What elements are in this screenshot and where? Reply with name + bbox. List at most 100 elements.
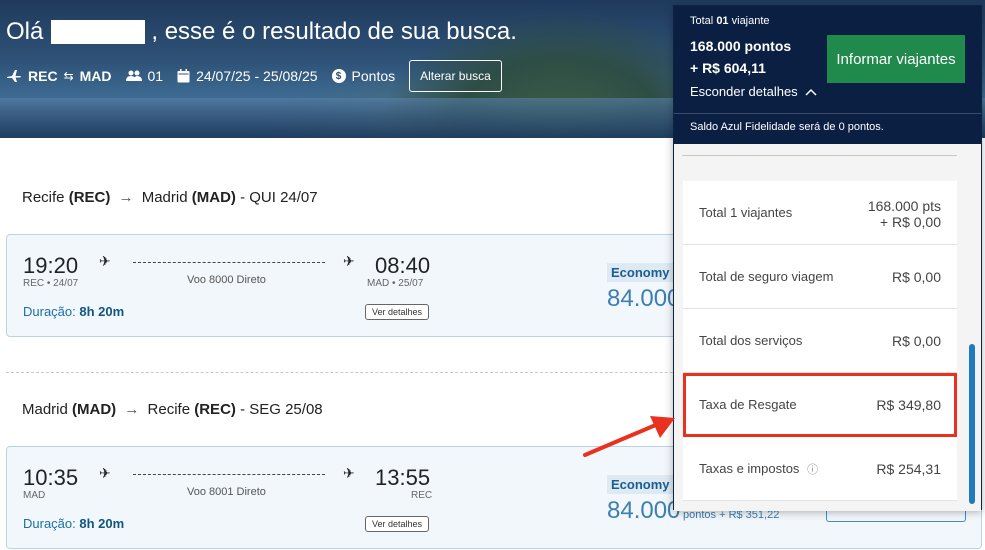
departure-time: 19:20 xyxy=(23,253,79,278)
arrow-right-icon: → xyxy=(118,189,134,206)
duration-value: 8h 20m xyxy=(79,516,125,531)
arrival-time: 13:55 xyxy=(375,465,431,490)
row-label: Total 1 viajantes xyxy=(699,205,793,220)
price-row-travelers: Total 1 viajantes 168.000 pts + R$ 0,00 xyxy=(683,181,957,245)
panel-body: Total 1 viajantes 168.000 pts + R$ 0,00 … xyxy=(674,144,981,511)
total-price: 168.000 pontos + R$ 604,11 xyxy=(690,35,791,79)
fare-class-badge: Economy xyxy=(607,263,674,282)
row-label: Total dos serviços xyxy=(699,333,803,348)
route-line xyxy=(133,262,325,263)
route-origin-city: Recife xyxy=(22,189,65,206)
search-summary: REC ⇆ MAD 01 24/07/25 - 25/08/25 $ Ponto… xyxy=(6,60,502,92)
fare-points: 84.000 xyxy=(607,285,681,312)
destination-code: MAD xyxy=(79,68,112,84)
departure-info: REC • 24/07 xyxy=(23,278,79,289)
duration: Duração: 8h 20m xyxy=(23,304,124,319)
row-label: Taxa de Resgate xyxy=(699,397,797,412)
price-row-services: Total dos serviços R$ 0,00 xyxy=(683,309,957,373)
view-details-button[interactable]: Ver detalhes xyxy=(365,516,430,532)
row-value: R$ 0,00 xyxy=(891,269,941,285)
scrollbar-thumb[interactable] xyxy=(969,344,975,504)
departure-info: MAD xyxy=(23,490,46,501)
row-value-money: + R$ 0,00 xyxy=(879,214,941,230)
departure-time: 10:35 xyxy=(23,465,79,490)
row-value: R$ 254,31 xyxy=(876,461,941,477)
route-date: - SEG 25/08 xyxy=(240,401,323,418)
row-value: 168.000 pts + R$ 0,00 xyxy=(868,198,941,230)
price-row-taxes: Taxas e impostos ⓘ R$ 254,31 xyxy=(683,437,957,501)
airplane-icon xyxy=(7,70,21,82)
route-origin-code: (MAD) xyxy=(72,401,117,418)
fare-class-badge: Economy xyxy=(607,475,674,494)
dollar-coin-icon: $ xyxy=(331,69,346,83)
total-points: 168.000 pontos xyxy=(690,38,792,54)
route-dest-code: (REC) xyxy=(194,401,236,418)
total-travelers: Total 01 viajante xyxy=(690,15,770,27)
people-icon xyxy=(125,70,142,81)
row-value-points: 168.000 pts xyxy=(867,198,941,214)
route-dest-code: (MAD) xyxy=(191,189,236,206)
route-dest-city: Madrid xyxy=(141,189,188,206)
route-title-return: Madrid (MAD) → Recife (REC) - SEG 25/08 xyxy=(22,401,323,418)
greeting-suffix: , esse é o resultado de sua busca. xyxy=(151,18,517,45)
info-icon[interactable]: ⓘ xyxy=(807,464,818,476)
arrow-right-icon: → xyxy=(124,401,140,418)
total-label: Total xyxy=(690,15,714,27)
greeting: Olá , esse é o resultado de sua busca. xyxy=(6,18,517,46)
landing-icon: ✈ xyxy=(343,465,355,481)
flight-number: Voo 8000 Direto xyxy=(187,274,266,286)
total-unit: viajante xyxy=(731,15,770,27)
greeting-prefix: Olá xyxy=(6,18,44,45)
panel-header: Total 01 viajante 168.000 pontos + R$ 60… xyxy=(674,6,981,144)
row-label-text: Taxas e impostos xyxy=(699,461,800,476)
price-details-panel: Total 01 viajante 168.000 pontos + R$ 60… xyxy=(673,5,982,511)
route-line xyxy=(133,474,325,475)
takeoff-icon: ✈ xyxy=(99,465,111,481)
change-search-button[interactable]: Alterar busca xyxy=(409,60,502,92)
view-details-button[interactable]: Ver detalhes xyxy=(365,304,430,320)
panel-divider xyxy=(674,113,981,114)
row-value: R$ 349,80 xyxy=(876,397,941,413)
price-row-insurance: Total de seguro viagem R$ 0,00 xyxy=(683,245,957,309)
total-money: + R$ 604,11 xyxy=(690,60,766,76)
duration-label: Duração: xyxy=(23,304,76,319)
route-date: - QUI 24/07 xyxy=(240,189,318,206)
swap-icon: ⇆ xyxy=(63,69,74,83)
row-label: Taxas e impostos ⓘ xyxy=(699,461,818,477)
duration-value: 8h 20m xyxy=(79,304,125,319)
loyalty-balance-note: Saldo Azul Fidelidade será de 0 pontos. xyxy=(690,121,884,133)
route-origin-code: (REC) xyxy=(68,189,111,206)
calendar-icon xyxy=(177,69,190,83)
takeoff-icon: ✈ xyxy=(99,253,111,269)
row-value: R$ 0,00 xyxy=(891,333,941,349)
annotation-arrow-icon xyxy=(583,416,675,457)
route-title-outbound: Recife (REC) → Madrid (MAD) - QUI 24/07 xyxy=(22,189,318,206)
origin-code: REC xyxy=(28,68,58,84)
route-summary: REC ⇆ MAD xyxy=(6,68,112,84)
route-dest-city: Recife xyxy=(147,401,191,418)
redacted-name xyxy=(51,20,146,44)
total-count: 01 xyxy=(716,15,729,27)
row-label: Total de seguro viagem xyxy=(699,269,834,284)
dates-summary: 24/07/25 - 25/08/25 xyxy=(177,68,318,84)
landing-icon: ✈ xyxy=(343,253,355,269)
hide-details-label: Esconder detalhes xyxy=(690,84,798,99)
inform-travelers-button[interactable]: Informar viajantes xyxy=(827,35,965,83)
arrival-info: REC xyxy=(411,490,433,501)
currency-summary: $ Pontos xyxy=(331,68,396,84)
passenger-count: 01 xyxy=(147,68,164,84)
flight-number: Voo 8001 Direto xyxy=(187,486,266,498)
duration: Duração: 8h 20m xyxy=(23,516,124,531)
chevron-up-icon xyxy=(805,88,817,96)
price-breakdown-list: Total 1 viajantes 168.000 pts + R$ 0,00 … xyxy=(683,181,957,501)
route-origin-city: Madrid xyxy=(22,401,68,418)
panel-body-divider xyxy=(682,155,957,156)
arrival-info: MAD • 25/07 xyxy=(367,278,424,289)
currency-mode: Pontos xyxy=(351,68,396,84)
price-row-redemption-fee: Taxa de Resgate R$ 349,80 xyxy=(683,373,957,437)
travel-dates: 24/07/25 - 25/08/25 xyxy=(196,68,318,84)
fare-points: 84.000 xyxy=(607,497,681,524)
scrollbar[interactable] xyxy=(969,144,975,511)
passengers-summary: 01 xyxy=(125,68,164,84)
hide-details-link[interactable]: Esconder detalhes xyxy=(690,84,817,99)
